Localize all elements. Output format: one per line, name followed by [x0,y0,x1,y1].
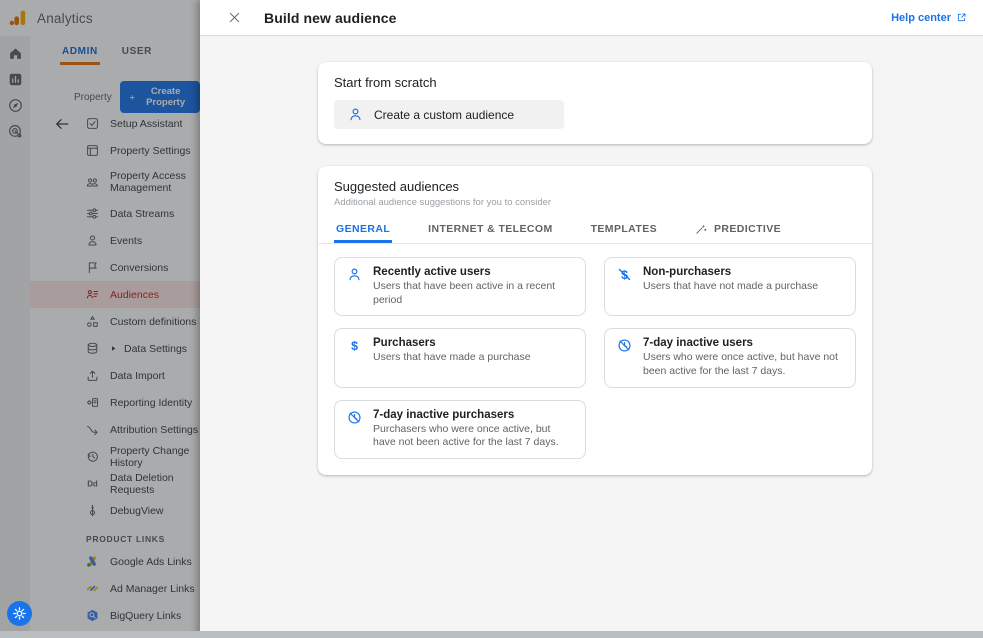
svg-text:$: $ [351,339,358,353]
money-off-icon: $ [617,267,632,282]
audience-card-title: Recently active users [373,266,573,278]
help-center-link[interactable]: Help center [891,12,967,24]
audience-card-description: Purchasers who were once active, but hav… [373,423,573,450]
audience-card-7-day-inactive-purchasers[interactable]: 7-day inactive purchasers Purchasers who … [334,400,586,459]
tab-general[interactable]: GENERAL [334,216,392,243]
audience-card-text: 7-day inactive users Users who were once … [643,337,843,378]
person-icon [348,107,363,122]
tab-predictive[interactable]: PREDICTIVE [693,216,783,243]
person-icon [347,267,362,282]
clock-off-icon [347,410,362,425]
modal-scrim [0,0,200,638]
clock-off-icon [617,338,632,353]
tab-label: INTERNET & TELECOM [428,223,552,235]
build-audience-panel: Build new audience Help center Start fro… [200,0,983,638]
suggested-subtitle: Additional audience suggestions for you … [334,197,856,208]
audience-card-title: 7-day inactive users [643,337,843,349]
suggested-tabs: GENERAL INTERNET & TELECOM TEMPLATES PREDIC… [318,216,872,244]
audience-card-text: Recently active users Users that have bee… [373,266,573,307]
audience-card-description: Users that have not made a purchase [643,280,818,294]
audience-grid: Recently active users Users that have bee… [334,257,856,459]
audience-card-recently-active-users[interactable]: Recently active users Users that have bee… [334,257,586,316]
audience-card-description: Users that have been active in a recent … [373,280,573,307]
wand-icon [695,223,707,235]
modal-title: Build new audience [264,10,397,26]
audience-card-7-day-inactive-users[interactable]: 7-day inactive users Users who were once … [604,328,856,387]
audience-card-text: 7-day inactive purchasers Purchasers who … [373,409,573,450]
tab-templates[interactable]: TEMPLATES [589,216,659,243]
scratch-card-title: Start from scratch [334,75,856,90]
audience-card-title: Purchasers [373,337,531,349]
help-center-label: Help center [891,12,951,24]
audience-card-non-purchasers[interactable]: $ Non-purchasers Users that have not made … [604,257,856,316]
create-custom-audience-button[interactable]: Create a custom audience [334,100,564,129]
audience-card-description: Users that have made a purchase [373,351,531,365]
tab-label: TEMPLATES [591,223,657,235]
suggested-audiences-card: Suggested audiences Additional audience … [318,166,872,475]
suggested-title: Suggested audiences [334,179,856,194]
audience-card-text: Non-purchasers Users that have not made a… [643,266,818,307]
dollar-icon: $ [347,338,362,353]
settings-gear-button[interactable] [7,601,32,626]
audience-card-text: Purchasers Users that have made a purchas… [373,337,531,378]
create-custom-audience-label: Create a custom audience [374,108,514,122]
modal-body: Start from scratch Create a custom audie… [200,36,983,638]
audience-card-title: 7-day inactive purchasers [373,409,573,421]
audience-card-title: Non-purchasers [643,266,818,278]
start-from-scratch-card: Start from scratch Create a custom audie… [318,62,872,144]
window-bottom-edge [0,631,983,638]
screen: Analytics ADMINUSER Property Create Prop… [0,0,983,638]
audience-card-description: Users who were once active, but have not… [643,351,843,378]
tab-label: GENERAL [336,223,390,235]
modal-header: Build new audience Help center [200,0,983,36]
external-link-icon [956,12,967,23]
close-icon[interactable] [228,11,241,24]
gear-icon [12,606,27,621]
audience-card-purchasers[interactable]: $ Purchasers Users that have made a purcha… [334,328,586,387]
tab-label: PREDICTIVE [714,223,781,235]
tab-internet-telecom[interactable]: INTERNET & TELECOM [426,216,554,243]
